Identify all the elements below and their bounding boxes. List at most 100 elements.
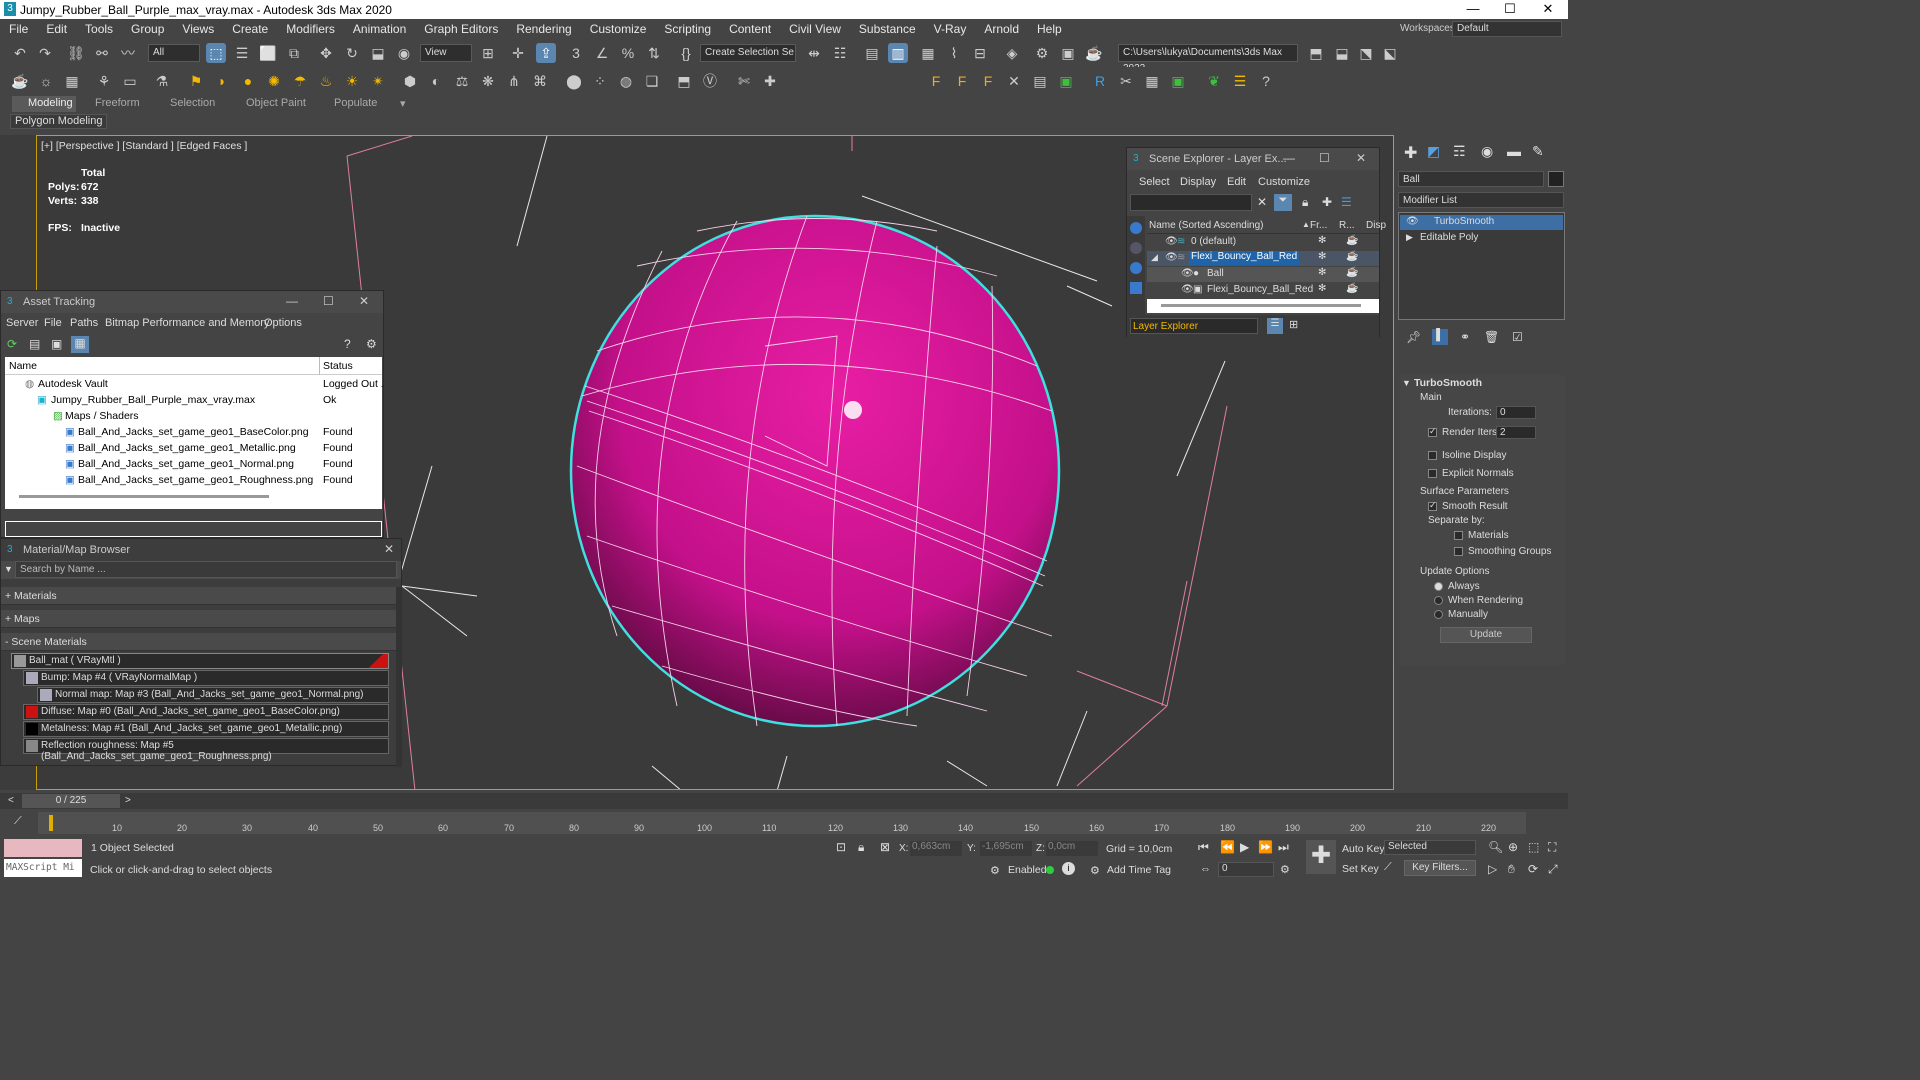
minimize-button[interactable]: — xyxy=(286,294,298,308)
explicit-normals-checkbox[interactable] xyxy=(1428,468,1437,478)
redo-icon[interactable]: ↷ xyxy=(35,43,55,63)
search-input[interactable]: Search by Name ... xyxy=(15,561,397,578)
set-key-button[interactable]: Set Key xyxy=(1342,863,1379,875)
menu-arnold[interactable]: Arnold xyxy=(975,22,1028,36)
section-maps[interactable]: + Maps xyxy=(1,610,396,628)
reference-coordinate-dropdown[interactable]: View xyxy=(420,44,472,62)
explorer-type-dropdown[interactable]: Layer Explorer xyxy=(1130,318,1258,334)
freeze-icon[interactable]: ✻ xyxy=(1318,267,1326,278)
materials-row[interactable]: Materials xyxy=(1454,530,1509,541)
track-bar[interactable]: ⟋ 10 20 30 40 50 60 70 80 90 100 110 120… xyxy=(0,809,1568,836)
bind-space-warp-icon[interactable]: 〰 xyxy=(118,43,138,63)
material-icon-1[interactable]: ⬢ xyxy=(400,71,420,91)
column-render[interactable]: R... xyxy=(1339,220,1355,231)
shader-ball-icon[interactable]: ◍ xyxy=(616,71,636,91)
tab-freeform[interactable]: Freeform xyxy=(95,97,140,109)
manually-row[interactable]: Manually xyxy=(1434,609,1488,620)
table-row[interactable]: ▣ Ball_And_Jacks_set_game_geo1_Metallic.… xyxy=(5,440,382,456)
curve-editor-icon[interactable]: ⌇ xyxy=(944,43,964,63)
project-icon-4[interactable]: ⬕ xyxy=(1380,43,1400,63)
material-browser-titlebar[interactable]: 3 Material/Map Browser ✕ xyxy=(1,539,401,561)
always-row[interactable]: Always xyxy=(1434,581,1480,592)
align-icon[interactable]: ☷ xyxy=(830,43,850,63)
tool-icon-6[interactable]: ✂ xyxy=(1116,71,1136,91)
maximize-button[interactable]: ☐ xyxy=(1319,151,1330,165)
z-coordinate-field[interactable]: 0,0cm xyxy=(1046,841,1098,856)
pivot-icon[interactable]: ⊞ xyxy=(478,43,498,63)
selection-filter-dropdown[interactable]: All xyxy=(148,44,200,62)
select-object-icon[interactable]: ⬚ xyxy=(206,43,226,63)
menu-file[interactable]: File xyxy=(0,22,37,36)
close-button[interactable]: ✕ xyxy=(384,542,394,556)
material-icon-6[interactable]: ⌘ xyxy=(530,71,550,91)
percent-snap-icon[interactable]: % xyxy=(618,43,638,63)
maxscript-listener-output[interactable] xyxy=(4,839,82,857)
tab-populate[interactable]: Populate xyxy=(334,97,377,109)
menu-scripting[interactable]: Scripting xyxy=(655,22,720,36)
clear-filter-icon[interactable]: ✕ xyxy=(1257,195,1267,209)
modifier-list-dropdown[interactable]: Modifier List xyxy=(1398,192,1564,208)
motion-tab-icon[interactable]: ◉ xyxy=(1481,143,1493,160)
unlink-icon[interactable]: ⚯ xyxy=(92,43,112,63)
render-iters-checkbox[interactable] xyxy=(1428,426,1437,437)
render-iters-row[interactable]: Render Iters: xyxy=(1428,426,1500,438)
maximize-button[interactable]: ☐ xyxy=(323,294,334,308)
rendered-frame-window-icon[interactable]: ▣ xyxy=(1058,43,1078,63)
hierarchy-button[interactable]: ⊞ xyxy=(1289,318,1298,331)
y-coordinate-field[interactable]: -1,695cm xyxy=(980,841,1032,856)
render-iters-spinner[interactable]: 2 xyxy=(1496,426,1536,439)
move-icon[interactable]: ✥ xyxy=(316,43,336,63)
named-selection-dropdown[interactable]: Create Selection Se xyxy=(700,44,796,62)
rollout-title[interactable]: TurboSmooth xyxy=(1414,377,1482,389)
ball-mesh[interactable] xyxy=(569,214,1061,728)
stack-item-turbosmooth[interactable]: 👁︎ TurboSmooth xyxy=(1400,215,1563,230)
when-rendering-radio[interactable] xyxy=(1434,595,1443,605)
tab-modeling[interactable]: Modeling xyxy=(28,97,73,109)
play-icon[interactable]: ▶ xyxy=(1240,840,1249,854)
isoline-checkbox[interactable] xyxy=(1428,450,1437,460)
tool-icon-4[interactable]: ▤ xyxy=(1030,71,1050,91)
set-keys-button[interactable]: ✚ xyxy=(1306,840,1336,874)
always-radio[interactable] xyxy=(1434,581,1443,591)
smooth-result-row[interactable]: Smooth Result xyxy=(1428,500,1508,512)
help-icon[interactable]: ? xyxy=(344,337,351,351)
freeze-icon[interactable]: ✻ xyxy=(1318,251,1326,262)
time-tag-icon[interactable]: ⚙ xyxy=(1090,864,1100,877)
utilities-tab-icon[interactable]: ✎ xyxy=(1532,143,1544,160)
current-frame-field[interactable]: 0 xyxy=(1218,862,1274,877)
vray-logo-icon[interactable]: Ⓥ xyxy=(700,71,720,91)
isolate-selection-icon[interactable]: ⊡ xyxy=(836,840,846,854)
hierarchy-tab-icon[interactable]: ☶ xyxy=(1453,143,1466,160)
asset-detail-field[interactable] xyxy=(5,521,382,537)
filter-icon[interactable]: ⏷ xyxy=(1274,194,1292,211)
menu-create[interactable]: Create xyxy=(223,22,277,36)
key-mode-toggle-icon[interactable]: ⇔ xyxy=(1200,863,1211,875)
list-item[interactable]: Normal map: Map #3 (Ball_And_Jacks_set_g… xyxy=(37,687,389,703)
filter-input[interactable] xyxy=(1130,194,1252,211)
scene-explorer-icon[interactable]: ▥ xyxy=(888,43,908,63)
menu-group[interactable]: Group xyxy=(122,22,173,36)
menu-display[interactable]: Display xyxy=(1180,176,1216,188)
pan-icon[interactable]: ✋︎ xyxy=(1508,862,1515,877)
project-icon-3[interactable]: ⬔ xyxy=(1356,43,1376,63)
orbit-icon[interactable]: ⟳ xyxy=(1528,862,1538,876)
stack-item-editable-poly[interactable]: ▶ Editable Poly xyxy=(1400,231,1563,246)
light-icon-5[interactable]: ☂ xyxy=(290,71,310,91)
asset-tracking-titlebar[interactable]: 3 Asset Tracking — ☐ ✕ xyxy=(1,291,383,313)
maximize-viewport-icon[interactable]: ⤢ xyxy=(1548,862,1558,877)
make-unique-icon[interactable]: ⚭ xyxy=(1460,330,1470,344)
tab-object-paint[interactable]: Object Paint xyxy=(246,97,306,109)
freeze-icon[interactable]: ✻ xyxy=(1318,283,1326,294)
column-name[interactable]: Name (Sorted Ascending) xyxy=(1149,220,1264,231)
table-row[interactable]: ◍ Autodesk Vault Logged Out . xyxy=(5,376,384,392)
pin-stack-icon[interactable]: 📌︎ xyxy=(1406,330,1421,344)
sphere-icon[interactable]: ⬤ xyxy=(564,71,584,91)
rectangular-region-icon[interactable]: ⬜ xyxy=(258,43,278,63)
material-icon-3[interactable]: ⚖ xyxy=(452,71,472,91)
layers-icon[interactable]: ❏ xyxy=(642,71,662,91)
tool-icon-7[interactable]: ▦ xyxy=(1142,71,1162,91)
particles-icon[interactable]: ⁘ xyxy=(590,71,610,91)
list-item[interactable]: Ball_mat ( VRayMtl ) xyxy=(11,653,389,669)
modifier-toggle-eye-icon[interactable]: 👁︎ xyxy=(1406,216,1419,227)
render-region-icon[interactable]: ⬒ xyxy=(674,71,694,91)
